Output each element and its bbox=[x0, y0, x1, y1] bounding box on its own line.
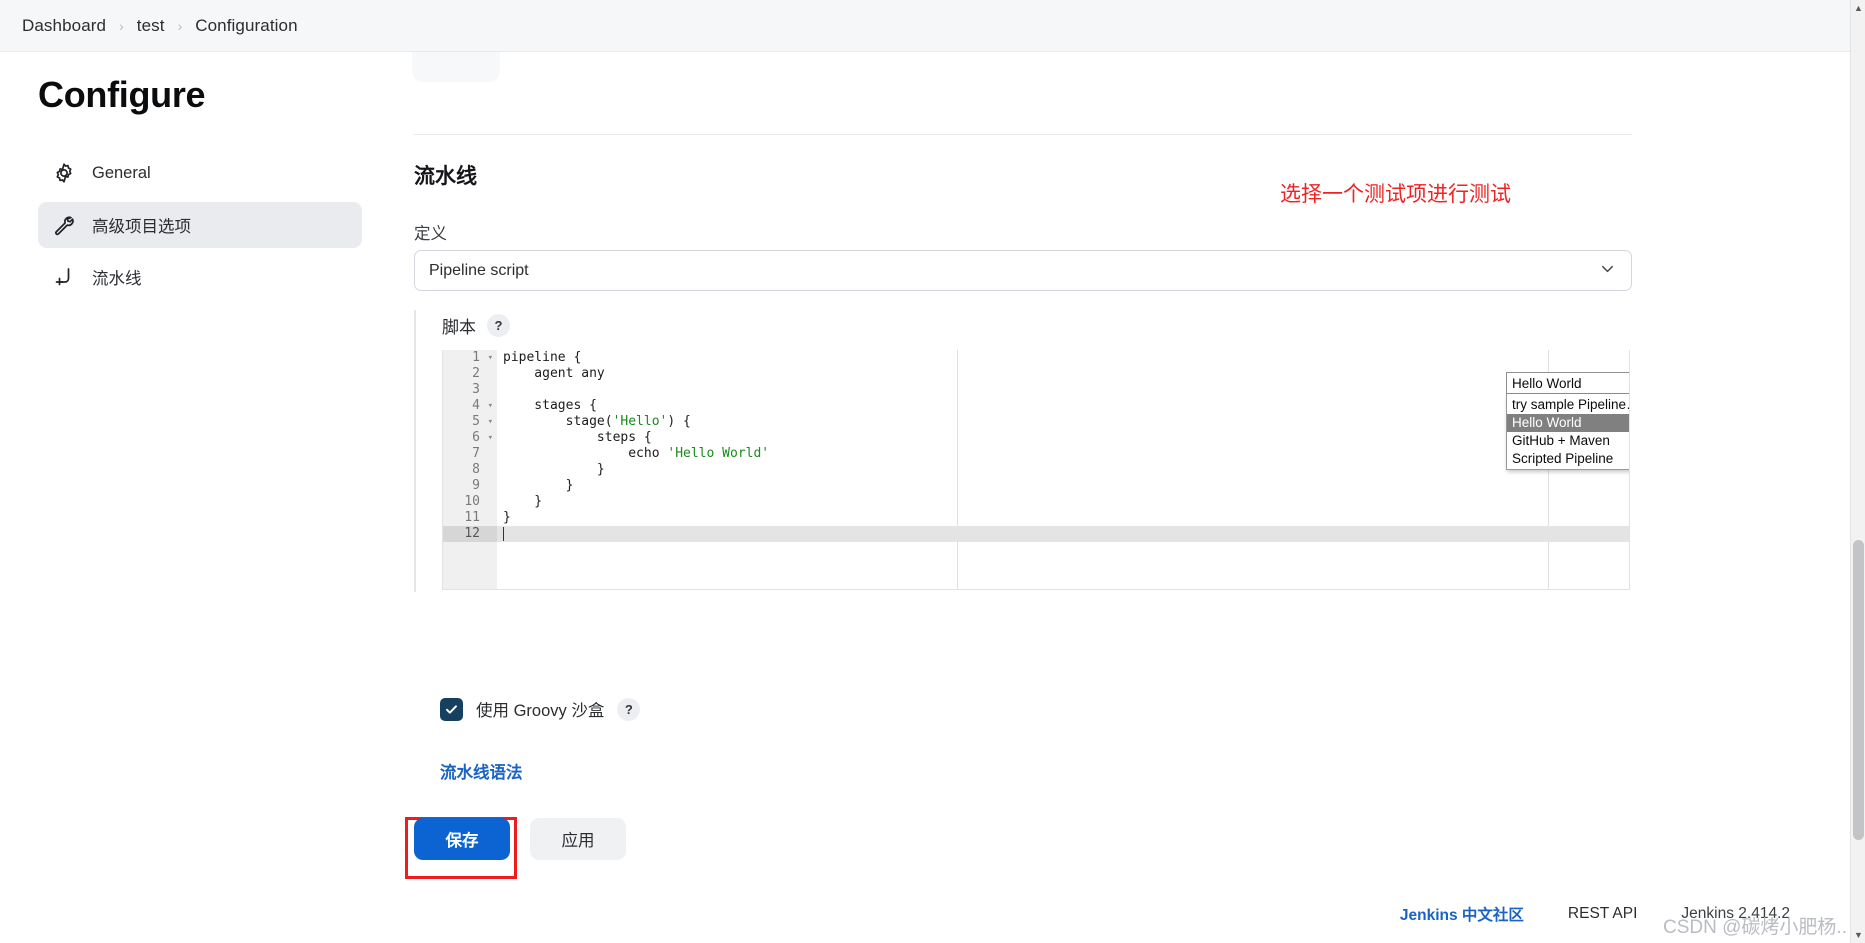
breadcrumb: Dashboard › test › Configuration bbox=[0, 0, 1852, 52]
page-title: Configure bbox=[38, 74, 206, 115]
editor-line-number: 10 bbox=[464, 494, 480, 509]
code-text: ) { bbox=[667, 414, 691, 429]
code-text: steps { bbox=[503, 430, 652, 445]
fold-toggle-icon[interactable]: ▾ bbox=[488, 350, 493, 366]
editor-code-line: agent any bbox=[497, 366, 1629, 382]
sample-pipeline-option[interactable]: GitHub + Maven bbox=[1507, 432, 1629, 450]
sample-pipeline-option-list[interactable]: try sample Pipeline… Hello World GitHub + … bbox=[1506, 394, 1629, 470]
script-label: 脚本 bbox=[442, 317, 476, 337]
groovy-sandbox-label: 使用 Groovy 沙盒 bbox=[476, 702, 605, 720]
apply-button[interactable]: 应用 bbox=[530, 818, 626, 860]
script-header: 脚本 ? bbox=[442, 310, 1632, 340]
sidebar: Configure General 高级项目选项 流水线 bbox=[0, 52, 390, 943]
editor-line-number: 8 bbox=[472, 462, 480, 477]
editor-code-area[interactable]: pipeline { agent any stages { stage('Hel… bbox=[497, 350, 1629, 589]
editor-line-number: 7 bbox=[472, 446, 480, 461]
code-text: agent any bbox=[503, 366, 605, 381]
definition-select[interactable]: Pipeline script bbox=[414, 250, 1632, 291]
editor-line-number: 9 bbox=[472, 478, 480, 493]
sample-pipeline-value: Hello World bbox=[1512, 375, 1582, 391]
definition-label: 定义 bbox=[414, 225, 447, 243]
code-editor[interactable]: 1 ▾ 2 3 4 ▾ 5 ▾ 6 ▾ 7 8 9 10 11 12 pipeline { agent any… bbox=[442, 350, 1630, 590]
scroll-up-icon[interactable]: ▲ bbox=[1851, 0, 1865, 16]
editor-gutter: 1 ▾ 2 3 4 ▾ 5 ▾ 6 ▾ 7 8 9 10 11 12 bbox=[443, 350, 497, 589]
code-text: pipeline { bbox=[503, 350, 582, 365]
sidebar-item-general[interactable]: General bbox=[38, 150, 362, 196]
save-button[interactable]: 保存 bbox=[414, 818, 510, 860]
editor-line-number: 11 bbox=[464, 510, 480, 525]
code-text: } bbox=[503, 462, 605, 477]
chevron-down-icon bbox=[1598, 259, 1617, 283]
definition-select-value: Pipeline script bbox=[429, 261, 529, 279]
jenkins-community-link[interactable]: Jenkins 中文社区 bbox=[1400, 903, 1524, 925]
page-scrollbar[interactable]: ▲ ▼ bbox=[1850, 0, 1865, 943]
code-text: stages { bbox=[503, 398, 597, 413]
groovy-sandbox-row: 使用 Groovy 沙盒 ? bbox=[440, 697, 641, 721]
editor-code-line bbox=[497, 526, 1629, 542]
code-string: 'Hello' bbox=[612, 414, 668, 429]
pipeline-icon bbox=[52, 265, 76, 289]
sample-pipeline-select[interactable]: Hello World ▾ bbox=[1506, 372, 1629, 394]
editor-code-line: stage('Hello') { bbox=[497, 414, 1629, 430]
groovy-sandbox-checkbox[interactable] bbox=[440, 697, 463, 721]
rest-api-link[interactable]: REST API bbox=[1568, 905, 1638, 923]
editor-code-line bbox=[497, 382, 1629, 398]
help-icon[interactable]: ? bbox=[617, 697, 641, 721]
annotation-red-text: 选择一个测试项进行测试 bbox=[1280, 183, 1511, 206]
scroll-down-icon[interactable]: ▼ bbox=[1851, 927, 1865, 943]
fold-toggle-icon[interactable]: ▾ bbox=[488, 398, 493, 414]
breadcrumb-separator: › bbox=[177, 17, 183, 34]
editor-line-number: 6 ▾ bbox=[472, 430, 493, 446]
wrench-icon bbox=[52, 213, 76, 237]
script-section: 脚本 ? 1 ▾ 2 3 4 ▾ 5 ▾ 6 ▾ 7 8 9 10 11 12 pipeline { agen… bbox=[414, 310, 1632, 592]
sample-pipeline-option[interactable]: try sample Pipeline… bbox=[1507, 396, 1629, 414]
breadcrumb-separator: › bbox=[119, 17, 124, 34]
breadcrumb-item-dashboard[interactable]: Dashboard bbox=[22, 16, 106, 36]
csdn-watermark: CSDN @碳烤小肥杨.. bbox=[1663, 917, 1847, 938]
editor-code-line: stages { bbox=[497, 398, 1629, 414]
editor-line-number: 2 bbox=[472, 366, 480, 381]
sidebar-item-pipeline[interactable]: 流水线 bbox=[38, 254, 362, 300]
fold-toggle-icon[interactable]: ▾ bbox=[488, 430, 493, 446]
section-divider bbox=[414, 134, 1632, 135]
main-content: 流水线 选择一个测试项进行测试 定义 Pipeline script 脚本 ? … bbox=[390, 34, 1852, 943]
editor-code-line: pipeline { bbox=[497, 350, 1629, 366]
editor-code-line: } bbox=[497, 462, 1629, 478]
pipeline-syntax-link[interactable]: 流水线语法 bbox=[440, 759, 523, 783]
sidebar-item-advanced-options[interactable]: 高级项目选项 bbox=[38, 202, 362, 248]
form-actions: 保存 应用 bbox=[414, 818, 626, 860]
page-body: Configure General 高级项目选项 流水线 流水线 选择一个测试项… bbox=[0, 34, 1852, 943]
sidebar-item-label: 流水线 bbox=[92, 270, 142, 288]
code-text: } bbox=[503, 478, 574, 493]
gear-icon bbox=[52, 161, 76, 185]
help-icon[interactable]: ? bbox=[487, 313, 510, 337]
code-text: } bbox=[503, 494, 543, 509]
code-string: 'Hello World' bbox=[667, 446, 770, 461]
footer: Jenkins 中文社区 REST API Jenkins 2.414.2 bbox=[390, 885, 1852, 943]
sample-pipeline-dropdown[interactable]: Hello World ▾ try sample Pipeline…Hello … bbox=[1506, 372, 1629, 470]
editor-line-number: 4 ▾ bbox=[472, 398, 493, 414]
section-title-pipeline: 流水线 bbox=[414, 165, 477, 188]
text-caret bbox=[503, 527, 504, 541]
editor-code-line: } bbox=[497, 478, 1629, 494]
sidebar-item-label: General bbox=[92, 163, 151, 182]
editor-line-number: 1 ▾ bbox=[472, 350, 493, 366]
editor-line-number: 5 ▾ bbox=[472, 414, 493, 430]
scrollbar-thumb[interactable] bbox=[1853, 540, 1864, 840]
fold-toggle-icon[interactable]: ▾ bbox=[488, 414, 493, 430]
editor-code-line: steps { bbox=[497, 430, 1629, 446]
editor-code-line: echo 'Hello World' bbox=[497, 446, 1629, 462]
editor-line-number: 3 bbox=[472, 382, 480, 397]
sample-pipeline-option[interactable]: Scripted Pipeline bbox=[1507, 450, 1629, 468]
sample-pipeline-option[interactable]: Hello World bbox=[1507, 414, 1629, 432]
breadcrumb-item-test[interactable]: test bbox=[137, 16, 165, 36]
code-text: echo bbox=[503, 446, 668, 461]
breadcrumb-item-configuration[interactable]: Configuration bbox=[195, 16, 297, 36]
code-text: } bbox=[503, 510, 511, 525]
editor-code-line: } bbox=[497, 494, 1629, 510]
sidebar-item-label: 高级项目选项 bbox=[92, 218, 191, 236]
code-text: stage( bbox=[503, 414, 613, 429]
editor-code-line: } bbox=[497, 510, 1629, 526]
editor-line-number: 12 bbox=[443, 526, 497, 542]
